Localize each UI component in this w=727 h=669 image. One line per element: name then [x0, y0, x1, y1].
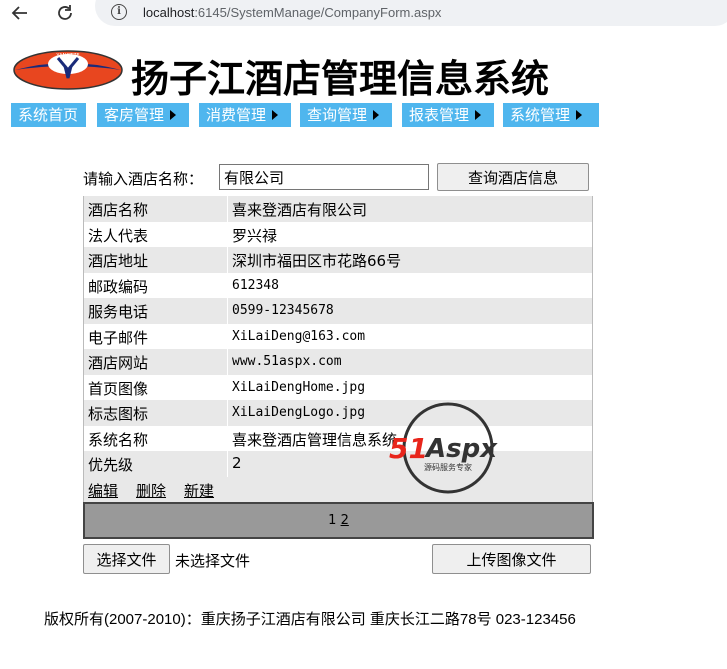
menu-item-home[interactable]: 系统首页: [11, 103, 86, 127]
hotel-name-input[interactable]: [219, 164, 429, 190]
back-arrow-icon[interactable]: [10, 3, 34, 25]
detail-value: XiLaiDeng@163.com: [232, 328, 366, 344]
menu-item-query[interactable]: 查询管理: [300, 103, 392, 127]
submenu-arrow-icon: [272, 110, 279, 120]
detail-row: 优先级 2: [84, 451, 592, 477]
svg-text:YANGTZE: YANGTZE: [55, 53, 79, 59]
detail-row: 标志图标 XiLaiDengLogo.jpg: [84, 400, 592, 426]
detail-row: 系统名称 喜来登酒店管理信息系统: [84, 426, 592, 452]
browser-toolbar: i localhost:6145/SystemManage/CompanyFor…: [0, 0, 727, 32]
watermark-brand-51: 51: [389, 432, 428, 465]
detail-key: 电子邮件: [88, 328, 149, 347]
detail-row: 酒店名称 喜来登酒店有限公司: [84, 196, 592, 222]
watermark-brand-aspx: Aspx: [424, 434, 498, 464]
pager: 1 2: [83, 502, 594, 539]
watermark-logo: 51 Aspx 源码服务专家: [385, 400, 515, 495]
detail-key: 服务电话: [88, 303, 149, 321]
detail-key: 酒店网站: [88, 354, 149, 372]
detail-value: 深圳市福田区市花路66号: [232, 252, 402, 270]
pager-current-page: 1: [328, 513, 337, 528]
detail-key: 法人代表: [88, 226, 149, 245]
upload-image-button[interactable]: 上传图像文件: [432, 544, 591, 574]
detail-key: 酒店名称: [88, 201, 149, 219]
detail-value: 喜来登酒店有限公司: [232, 201, 368, 219]
detail-value: 0599-12345678: [232, 303, 334, 318]
detail-key: 系统名称: [88, 430, 149, 449]
detail-value: XiLaiDengHome.jpg: [232, 379, 366, 395]
menu-item-system[interactable]: 系统管理: [503, 103, 599, 127]
search-hotel-button[interactable]: 查询酒店信息: [437, 163, 589, 191]
detail-key: 邮政编码: [88, 277, 149, 296]
detail-key: 标志图标: [88, 405, 149, 423]
search-label: 请输入酒店名称：: [83, 170, 204, 188]
detail-value: www.51aspx.com: [232, 354, 342, 369]
detail-actions: 编辑 删除 新建: [84, 476, 592, 502]
submenu-arrow-icon: [373, 110, 380, 120]
submenu-arrow-icon: [475, 110, 482, 120]
detail-value: 罗兴禄: [232, 226, 278, 245]
menu-item-reports[interactable]: 报表管理: [402, 103, 494, 127]
detail-row: 酒店地址 深圳市福田区市花路66号: [84, 247, 592, 273]
detail-key: 首页图像: [88, 379, 149, 398]
detail-value: XiLaiDengLogo.jpg: [232, 405, 366, 420]
main-menu: 系统首页 客房管理 消费管理 查询管理 报表管理 系统管理: [11, 103, 599, 127]
detail-row: 邮政编码 612348: [84, 273, 592, 299]
menu-item-label: 消费管理: [206, 106, 267, 124]
new-link[interactable]: 新建: [184, 480, 214, 501]
detail-value: 喜来登酒店管理信息系统: [232, 430, 398, 449]
detail-value: 2: [232, 454, 242, 472]
footer-copyright: 版权所有(2007-2010)：重庆扬子江酒店有限公司 重庆长江二路78号 02…: [44, 611, 576, 628]
hotel-logo: YANGTZE: [13, 50, 123, 90]
menu-item-label: 查询管理: [307, 106, 368, 124]
detail-row: 酒店网站 www.51aspx.com: [84, 349, 592, 375]
edit-link[interactable]: 编辑: [88, 480, 118, 501]
submenu-arrow-icon: [170, 110, 177, 120]
detail-row: 法人代表 罗兴禄: [84, 222, 592, 248]
detail-value: 612348: [232, 277, 279, 293]
menu-item-consumption[interactable]: 消费管理: [199, 103, 291, 127]
menu-item-rooms[interactable]: 客房管理: [97, 103, 189, 127]
url-text[interactable]: localhost:6145/SystemManage/CompanyForm.…: [143, 5, 441, 20]
detail-key: 优先级: [88, 456, 134, 474]
detail-row: 电子邮件 XiLaiDeng@163.com: [84, 324, 592, 350]
menu-item-label: 报表管理: [409, 106, 470, 124]
detail-row: 服务电话 0599-12345678: [84, 298, 592, 324]
choose-file-button[interactable]: 选择文件: [83, 544, 170, 574]
delete-link[interactable]: 删除: [136, 480, 166, 501]
menu-item-label: 系统首页: [18, 106, 79, 124]
no-file-label: 未选择文件: [175, 552, 251, 570]
watermark-tagline: 源码服务专家: [424, 462, 472, 472]
url-host: localhost: [143, 5, 195, 20]
pager-page-link[interactable]: 2: [341, 513, 349, 528]
reload-icon[interactable]: [55, 3, 79, 25]
menu-item-label: 系统管理: [510, 106, 571, 124]
submenu-arrow-icon: [576, 110, 583, 120]
menu-item-label: 客房管理: [104, 106, 165, 124]
detail-key: 酒店地址: [88, 252, 149, 270]
hotel-detail-view: 酒店名称 喜来登酒店有限公司 法人代表 罗兴禄 酒店地址 深圳市福田区市花路66号 邮…: [83, 196, 593, 502]
site-title: 扬子江酒店管理信息系统: [131, 57, 550, 101]
url-path: :6145/SystemManage/CompanyForm.aspx: [194, 5, 442, 20]
site-info-icon[interactable]: i: [111, 4, 127, 20]
detail-row: 首页图像 XiLaiDengHome.jpg: [84, 375, 592, 401]
